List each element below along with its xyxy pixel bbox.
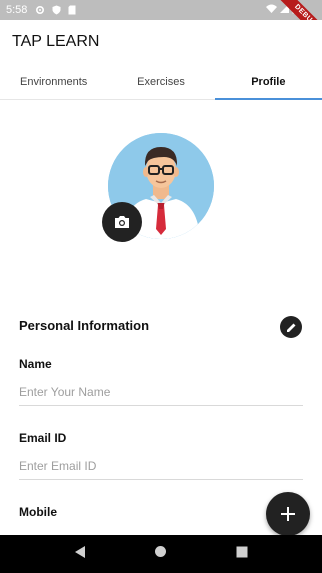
status-time: 5:58 (6, 4, 28, 16)
pencil-icon (286, 323, 295, 332)
home-icon[interactable] (154, 545, 167, 563)
wifi-icon (266, 4, 277, 17)
camera-icon (115, 216, 129, 228)
tab-exercises[interactable]: Exercises (107, 64, 214, 99)
app-title: TAP LEARN (12, 33, 100, 50)
profile-avatar-section (102, 133, 214, 242)
mobile-label: Mobile (19, 505, 57, 519)
name-field[interactable] (19, 378, 303, 406)
system-nav-bar (0, 535, 322, 573)
app-bar: TAP LEARN (0, 20, 322, 64)
name-label: Name (19, 357, 52, 371)
gear-icon (35, 5, 45, 15)
tab-profile[interactable]: Profile (214, 64, 322, 100)
change-photo-button[interactable] (102, 202, 142, 242)
tab-bar: Environments Exercises Profile (0, 64, 322, 100)
email-field[interactable] (19, 452, 303, 480)
edit-button[interactable] (280, 316, 302, 338)
back-icon[interactable] (74, 545, 86, 564)
shield-icon (52, 5, 61, 15)
email-label: Email ID (19, 431, 67, 445)
tab-environments[interactable]: Environments (0, 64, 107, 99)
recents-icon[interactable] (236, 545, 248, 563)
add-button[interactable] (266, 492, 310, 536)
status-bar: 5:58 DEBUG (0, 0, 322, 20)
personal-information-heading: Personal Information (19, 318, 150, 333)
sd-card-icon (68, 5, 76, 15)
plus-icon (281, 507, 295, 521)
